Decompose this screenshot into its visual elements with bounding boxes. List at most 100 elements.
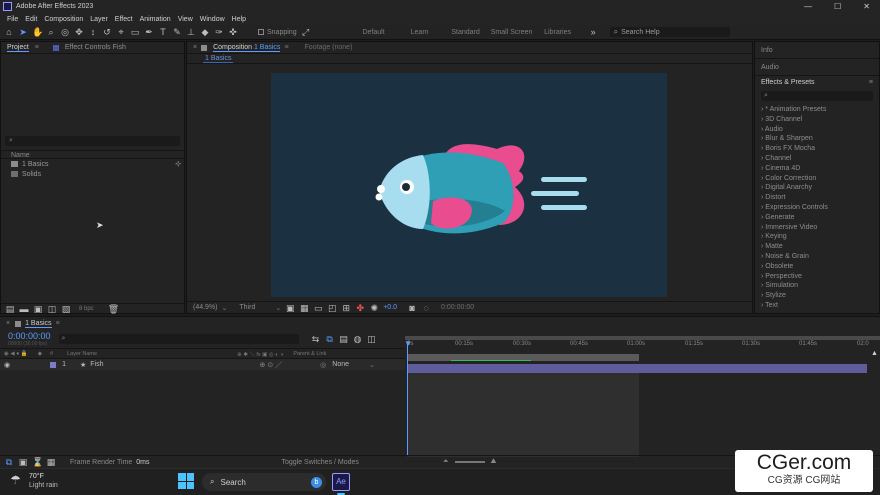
draft-3d-icon[interactable]: ⧉ xyxy=(325,334,335,344)
taskbar-search[interactable]: ⌕ Search b xyxy=(202,473,326,491)
brush-tool-icon[interactable]: ✎ xyxy=(172,27,182,37)
more-workspaces-button[interactable]: » xyxy=(591,27,596,37)
windows-start-icon[interactable] xyxy=(178,473,194,489)
timeline-zoom-slider[interactable] xyxy=(454,461,485,463)
column-layer-name[interactable]: Layer Name xyxy=(67,351,97,357)
comp-mini-flowchart-icon[interactable]: ⇆ xyxy=(311,334,321,344)
frame-blending-icon[interactable]: ◍ xyxy=(353,334,363,344)
project-search-input[interactable]: ⌕ xyxy=(5,136,180,146)
breadcrumb[interactable]: 1 Basics xyxy=(203,55,234,63)
list-item[interactable]: › Audio xyxy=(755,125,879,135)
pan-camera-icon[interactable]: ✥ xyxy=(74,27,84,37)
menu-composition[interactable]: Composition xyxy=(44,16,83,23)
zoom-dropdown[interactable]: (44.9%) xyxy=(193,304,218,311)
channel-icon[interactable]: ✤ xyxy=(355,303,365,313)
effects-presets-title[interactable]: Effects & Presets xyxy=(761,76,815,89)
chevron-down-icon[interactable]: ⌄ xyxy=(369,361,375,369)
rectangle-tool-icon[interactable]: ▭ xyxy=(130,27,140,37)
exposure-reset-icon[interactable]: ✺ xyxy=(369,303,379,313)
close-button[interactable]: ✕ xyxy=(863,2,870,11)
menu-edit[interactable]: Edit xyxy=(25,16,37,23)
snapshot-icon[interactable]: ◙ xyxy=(407,303,417,313)
current-time-indicator[interactable] xyxy=(407,342,408,456)
panel-menu-icon[interactable]: ≡ xyxy=(56,320,60,327)
list-item[interactable]: › Boris FX Mocha xyxy=(755,144,879,154)
list-item[interactable]: 1 Basics ⊹ xyxy=(1,159,184,169)
panel-menu-icon[interactable]: ≡ xyxy=(869,76,873,89)
type-tool-icon[interactable]: T xyxy=(158,27,168,37)
list-item[interactable]: › Expression Controls xyxy=(755,203,879,213)
toggle-switches-modes-button[interactable]: Toggle Switches / Modes xyxy=(281,459,358,466)
parent-pickwhip-icon[interactable]: ◎ xyxy=(320,361,326,369)
grid-guides-icon[interactable]: ⊞ xyxy=(341,303,351,313)
mask-visibility-icon[interactable]: ▭ xyxy=(313,303,323,313)
roto-brush-icon[interactable]: ✑ xyxy=(214,27,224,37)
list-item[interactable]: › Channel xyxy=(755,154,879,164)
fast-preview-icon[interactable]: ▣ xyxy=(285,303,295,313)
list-item[interactable]: › Blur & Sharpen xyxy=(755,134,879,144)
interpret-footage-icon[interactable]: ▤ xyxy=(5,304,15,314)
pen-tool-icon[interactable]: ✒ xyxy=(144,27,154,37)
list-item[interactable]: › Color Correction xyxy=(755,174,879,184)
list-item[interactable]: › Generate xyxy=(755,213,879,223)
new-composition-icon[interactable]: ▣ xyxy=(33,304,43,314)
after-effects-taskbar-icon[interactable]: Ae xyxy=(332,473,350,491)
zoom-out-icon[interactable]: ⏶ xyxy=(443,458,449,466)
search-help-input[interactable]: ⌕ Search Help xyxy=(609,27,730,37)
list-item[interactable]: › Noise & Grain xyxy=(755,252,879,262)
list-item[interactable]: › Matte xyxy=(755,242,879,252)
new-folder-icon[interactable]: ▬ xyxy=(19,304,29,314)
hand-tool-icon[interactable]: ✋ xyxy=(32,27,43,37)
bpc-icon[interactable]: ▧ xyxy=(61,304,71,314)
composition-viewer[interactable] xyxy=(271,73,667,297)
list-item[interactable]: › Obsolete xyxy=(755,262,879,272)
menu-help[interactable]: Help xyxy=(232,16,246,23)
layer-switches[interactable]: ⊕ ⊙ ／ xyxy=(260,360,283,370)
parent-dropdown[interactable]: None xyxy=(332,361,349,368)
layer-label-color[interactable] xyxy=(50,361,57,368)
tab-effect-controls[interactable]: Effect Controls Fish xyxy=(65,44,126,51)
list-item[interactable]: › Stylize xyxy=(755,291,879,301)
menu-animation[interactable]: Animation xyxy=(140,16,171,23)
layer-name[interactable]: Fish xyxy=(90,361,103,368)
weather-desc[interactable]: Light rain xyxy=(29,482,58,489)
tab-composition[interactable]: Composition 1 Basics xyxy=(213,44,281,52)
clone-stamp-icon[interactable]: ⊥ xyxy=(186,27,196,37)
exposure-value[interactable]: +0.0 xyxy=(383,304,397,311)
zoom-in-icon[interactable]: ⛰ xyxy=(491,458,497,466)
tab-footage[interactable]: Footage (none) xyxy=(305,44,353,51)
column-parent[interactable]: Parent & Link xyxy=(293,351,326,357)
chevron-down-icon[interactable]: ⌄ xyxy=(222,304,228,312)
puppet-pin-icon[interactable]: ✜ xyxy=(228,27,238,37)
workspace-standard[interactable]: Standard xyxy=(443,29,489,36)
weather-temp[interactable]: 70°F xyxy=(29,473,44,480)
weather-rain-icon[interactable]: ☂ xyxy=(10,473,21,487)
table-row[interactable]: ◉ 1 ★ Fish ⊕ ⊙ ／ ◎ None ⌄ xyxy=(0,359,405,370)
menu-window[interactable]: Window xyxy=(200,16,225,23)
dolly-camera-icon[interactable]: ↕ xyxy=(88,27,98,37)
list-item[interactable]: › Text xyxy=(755,301,879,311)
zoom-tool-icon[interactable]: ⌕ xyxy=(46,27,56,37)
bing-chat-icon[interactable]: b xyxy=(311,476,322,488)
rotation-tool-icon[interactable]: ↺ xyxy=(102,27,112,37)
playhead-icon[interactable]: ▼ xyxy=(404,339,412,348)
trash-icon[interactable]: 🗑 xyxy=(108,304,119,314)
workspace-default[interactable]: Default xyxy=(351,29,397,36)
list-item[interactable]: › Keying xyxy=(755,232,879,242)
list-item[interactable]: › Immersive Video xyxy=(755,223,879,233)
menu-view[interactable]: View xyxy=(178,16,193,23)
close-tab-icon[interactable]: × xyxy=(193,44,197,51)
workspace-libraries[interactable]: Libraries xyxy=(535,29,581,36)
audio-panel-tab[interactable]: Audio xyxy=(755,59,879,76)
maximize-button[interactable]: ☐ xyxy=(834,2,841,11)
region-of-interest-icon[interactable]: ◰ xyxy=(327,303,337,313)
viewer-timecode[interactable]: 0:00:00:00 xyxy=(441,304,474,311)
close-tab-icon[interactable]: × xyxy=(6,320,10,327)
workspace-learn[interactable]: Learn xyxy=(397,29,443,36)
menu-file[interactable]: File xyxy=(7,16,18,23)
list-item[interactable]: Solids xyxy=(1,169,184,179)
menu-effect[interactable]: Effect xyxy=(115,16,133,23)
list-item[interactable]: › Simulation xyxy=(755,281,879,291)
eraser-tool-icon[interactable]: ◆ xyxy=(200,27,210,37)
expand-panes-icon[interactable]: ▦ xyxy=(46,457,56,467)
